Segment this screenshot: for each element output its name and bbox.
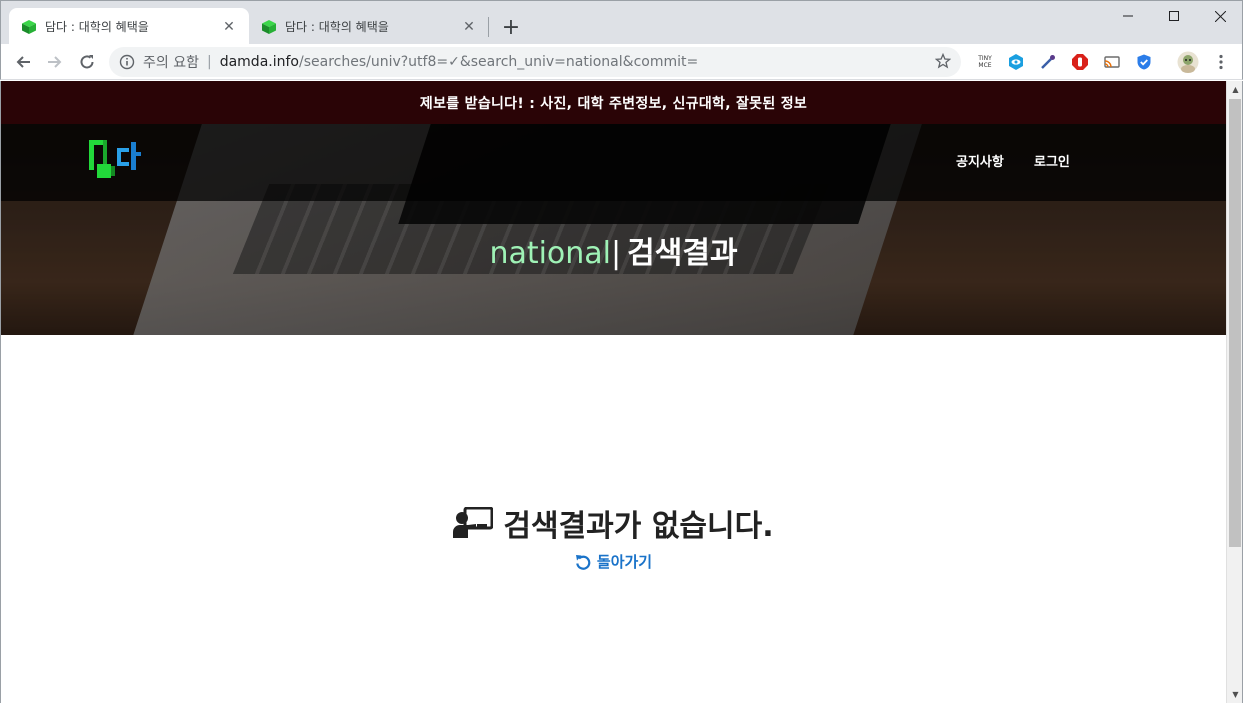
- tab-separator: [488, 17, 489, 37]
- announcement-banner: 제보를 받습니다! : 사진, 대학 주변정보, 신규대학, 잘못된 정보: [1, 81, 1226, 124]
- security-label: 주의 요함: [143, 55, 199, 71]
- site-logo[interactable]: [87, 134, 143, 184]
- tab-active[interactable]: 담다 : 대학의 혜택을 ✕: [9, 8, 249, 45]
- reload-icon[interactable]: [73, 48, 101, 76]
- dropper-icon[interactable]: [1039, 53, 1057, 71]
- scroll-up-arrow-icon[interactable]: ▲: [1227, 81, 1242, 98]
- nav-login-link[interactable]: 로그인: [1034, 151, 1070, 170]
- forward-arrow-icon[interactable]: [41, 48, 69, 76]
- tab-strip: 담다 : 대학의 혜택을 ✕ 담다 : 대학의 혜택을 ✕ +: [0, 0, 1243, 45]
- title-separator: |: [611, 236, 622, 271]
- minimize-icon[interactable]: [1105, 1, 1151, 31]
- maximize-icon[interactable]: [1151, 1, 1197, 31]
- close-window-icon[interactable]: [1197, 1, 1243, 31]
- chalkboard-teacher-icon: [453, 507, 494, 538]
- info-icon[interactable]: [119, 54, 135, 70]
- tab-title: 담다 : 대학의 혜택을: [45, 20, 149, 34]
- back-link[interactable]: 돌아가기: [575, 551, 652, 572]
- new-tab-button[interactable]: +: [499, 15, 523, 40]
- cast-icon[interactable]: [1103, 53, 1121, 71]
- scroll-down-arrow-icon[interactable]: ▼: [1227, 686, 1242, 703]
- back-link-label: 돌아가기: [596, 553, 653, 571]
- eye-icon[interactable]: [1007, 53, 1025, 71]
- cube-favicon-icon: [21, 19, 37, 35]
- page-scrollbar[interactable]: ▲ ▼: [1226, 81, 1242, 703]
- empty-result-message-wrap: 검색결과가 없습니다.: [453, 501, 774, 545]
- empty-result-message: 검색결과가 없습니다.: [503, 509, 774, 544]
- tab-close-icon[interactable]: ✕: [461, 19, 477, 35]
- search-keyword: national: [489, 236, 612, 271]
- empty-result: 검색결과가 없습니다.: [1, 501, 1226, 545]
- avatar-icon[interactable]: [1177, 51, 1199, 73]
- tab-inactive[interactable]: 담다 : 대학의 혜택을 ✕: [249, 8, 489, 45]
- url-host: damda.info: [219, 54, 299, 70]
- shield-check-icon[interactable]: [1135, 53, 1153, 71]
- search-result-title: national| 검색결과: [1, 228, 1226, 272]
- back-arrow-icon[interactable]: [9, 48, 37, 76]
- address-bar[interactable]: 주의 요함 | damda.info/searches/univ?utf8=✓&…: [109, 47, 961, 77]
- url-path: /searches/univ?utf8=✓&search_univ=nation…: [298, 54, 699, 70]
- undo-icon: [575, 554, 591, 570]
- site-navbar: 공지사항 로그인: [1, 124, 1226, 201]
- scrollbar-thumb[interactable]: [1229, 99, 1241, 547]
- nav-notice-link[interactable]: 공지사항: [956, 151, 1004, 170]
- browser-toolbar: 주의 요함 | damda.info/searches/univ?utf8=✓&…: [0, 44, 1243, 80]
- back-link-wrap: 돌아가기: [1, 551, 1226, 574]
- tab-title: 담다 : 대학의 혜택을: [285, 20, 389, 34]
- bookmark-star-icon[interactable]: [934, 52, 952, 73]
- search-result-suffix: 검색결과: [627, 236, 738, 271]
- hero-banner: 공지사항 로그인 national| 검색결과: [1, 124, 1226, 335]
- tinymce-icon[interactable]: TINY MCE: [975, 53, 995, 71]
- hand-stop-icon[interactable]: [1071, 53, 1089, 71]
- page-viewport: 제보를 받습니다! : 사진, 대학 주변정보, 신규대학, 잘못된 정보 공지…: [0, 81, 1243, 703]
- security-separator: |: [206, 54, 212, 70]
- tab-close-icon[interactable]: ✕: [221, 19, 237, 35]
- cube-favicon-icon: [261, 19, 277, 35]
- menu-dots-icon[interactable]: [1212, 53, 1230, 71]
